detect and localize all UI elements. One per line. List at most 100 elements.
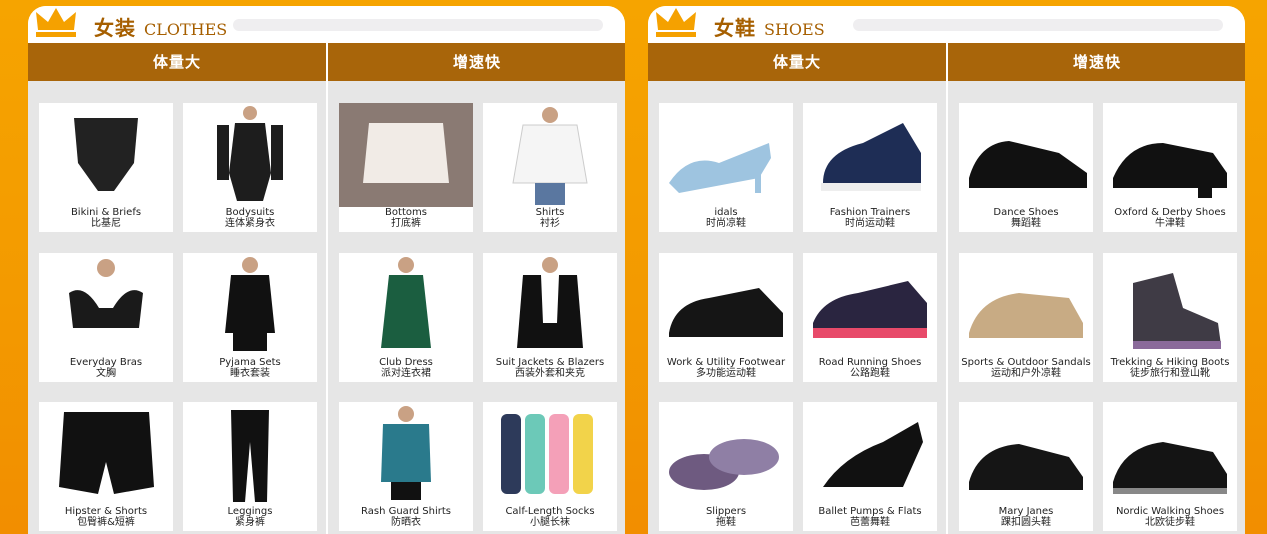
panel-title: 女鞋 SHOES bbox=[714, 12, 825, 41]
product-image[interactable] bbox=[39, 253, 173, 357]
product-card[interactable]: Bikini & Briefs 比基尼 bbox=[39, 103, 173, 232]
product-name-en: Dance Shoes bbox=[993, 207, 1059, 218]
product-name-en: Bikini & Briefs bbox=[70, 207, 142, 218]
product-name-en: Pyjama Sets bbox=[219, 357, 281, 368]
product-card[interactable]: Nordic Walking Shoes 北欧徒步鞋 bbox=[1103, 402, 1237, 531]
product-name-en: Everyday Bras bbox=[69, 357, 143, 368]
product-image[interactable] bbox=[483, 253, 617, 357]
product-card[interactable]: Fashion Trainers 时尚运动鞋 bbox=[803, 103, 937, 232]
product-name-en: Fashion Trainers bbox=[829, 207, 911, 218]
product-image[interactable] bbox=[659, 402, 793, 506]
pyjama-icon bbox=[225, 257, 275, 351]
product-card[interactable]: Calf-Length Socks 小腿长袜 bbox=[483, 402, 617, 531]
product-card[interactable]: Slippers 拖鞋 bbox=[659, 402, 793, 531]
product-name-en: Rash Guard Shirts bbox=[361, 506, 451, 517]
product-card[interactable]: Work & Utility Footwear 多功能运动鞋 bbox=[659, 253, 793, 382]
product-name-en: Suit Jackets & Blazers bbox=[495, 357, 605, 368]
product-label: Nordic Walking Shoes 北欧徒步鞋 bbox=[1103, 506, 1237, 528]
product-name-zh: 连体紧身衣 bbox=[225, 218, 275, 229]
rashguard-icon bbox=[381, 406, 431, 500]
crown-icon bbox=[656, 8, 696, 37]
product-card[interactable]: Sports & Outdoor Sandals 运动和户外凉鞋 bbox=[959, 253, 1093, 382]
mary-jane-icon bbox=[969, 444, 1083, 490]
product-name-en: Nordic Walking Shoes bbox=[1115, 506, 1225, 517]
product-card[interactable]: Trekking & Hiking Boots 徒步旅行和登山靴 bbox=[1103, 253, 1237, 382]
product-image[interactable] bbox=[339, 103, 473, 207]
panel-title-zh: 女装 bbox=[94, 16, 136, 40]
product-label: Trekking & Hiking Boots 徒步旅行和登山靴 bbox=[1103, 357, 1237, 379]
product-card[interactable]: Pyjama Sets 睡衣套装 bbox=[183, 253, 317, 382]
product-image[interactable] bbox=[183, 103, 317, 207]
product-label: Bikini & Briefs 比基尼 bbox=[39, 207, 173, 229]
product-image[interactable] bbox=[1103, 402, 1237, 506]
product-image[interactable] bbox=[483, 103, 617, 207]
product-name-zh: 踝扣圆头鞋 bbox=[1001, 517, 1051, 528]
product-card[interactable]: Shirts 衬衫 bbox=[483, 103, 617, 232]
running-shoe-icon bbox=[813, 281, 927, 338]
product-card[interactable]: Rash Guard Shirts 防晒衣 bbox=[339, 402, 473, 531]
product-name-zh: 派对连衣裙 bbox=[381, 368, 431, 379]
product-image[interactable] bbox=[959, 253, 1093, 357]
product-name-zh: 芭蕾舞鞋 bbox=[850, 517, 890, 528]
product-name-zh: 牛津鞋 bbox=[1155, 218, 1185, 229]
socks-icon bbox=[501, 414, 593, 494]
product-image[interactable] bbox=[959, 103, 1093, 207]
product-image[interactable] bbox=[659, 103, 793, 207]
product-card[interactable]: Bottoms 打底裤 bbox=[339, 103, 473, 232]
product-card[interactable]: Club Dress 派对连衣裙 bbox=[339, 253, 473, 382]
product-image[interactable] bbox=[39, 402, 173, 506]
product-name-en: Ballet Pumps & Flats bbox=[818, 506, 922, 517]
dance-shoe-icon bbox=[969, 141, 1087, 188]
tab-fast-growth[interactable]: 增速快 bbox=[948, 43, 1245, 81]
product-label: Road Running Shoes 公路跑鞋 bbox=[803, 357, 937, 379]
product-image[interactable] bbox=[183, 253, 317, 357]
leggings-icon bbox=[231, 410, 269, 502]
header-bar bbox=[233, 19, 603, 31]
product-card[interactable]: Mary Janes 踝扣圆头鞋 bbox=[959, 402, 1093, 531]
product-name-zh: 时尚凉鞋 bbox=[706, 218, 746, 229]
product-name-en: Work & Utility Footwear bbox=[666, 357, 786, 368]
product-image[interactable] bbox=[183, 402, 317, 506]
product-card[interactable]: Road Running Shoes 公路跑鞋 bbox=[803, 253, 937, 382]
product-image[interactable] bbox=[1103, 103, 1237, 207]
hiking-boot-icon bbox=[1133, 273, 1221, 349]
product-label: Bodysuits 连体紧身衣 bbox=[183, 207, 317, 229]
product-image[interactable] bbox=[1103, 253, 1237, 357]
bra-icon bbox=[69, 259, 143, 328]
tab-fast-growth[interactable]: 增速快 bbox=[328, 43, 625, 81]
product-name-zh: 包臀裤&短裤 bbox=[77, 517, 135, 528]
walking-shoe-icon bbox=[1113, 442, 1227, 494]
product-card[interactable]: Ballet Pumps & Flats 芭蕾舞鞋 bbox=[803, 402, 937, 531]
product-card[interactable]: Hipster & Shorts 包臀裤&短裤 bbox=[39, 402, 173, 531]
product-name-en: Bodysuits bbox=[225, 207, 275, 218]
product-image[interactable] bbox=[339, 402, 473, 506]
product-image[interactable] bbox=[803, 402, 937, 506]
product-image[interactable] bbox=[659, 253, 793, 357]
product-card[interactable]: Suit Jackets & Blazers 西装外套和夹克 bbox=[483, 253, 617, 382]
product-label: Dance Shoes 舞蹈鞋 bbox=[959, 207, 1093, 229]
work-shoe-icon bbox=[669, 288, 783, 337]
product-label: Fashion Trainers 时尚运动鞋 bbox=[803, 207, 937, 229]
clothes-panel: 女装 CLOTHES 体量大 Bikini & Briefs 比基尼 Bodysuit… bbox=[28, 6, 625, 534]
product-card[interactable]: Bodysuits 连体紧身衣 bbox=[183, 103, 317, 232]
product-name-en: Oxford & Derby Shoes bbox=[1114, 207, 1226, 218]
bodysuit-icon bbox=[217, 106, 283, 201]
product-card[interactable]: Leggings 紧身裤 bbox=[183, 402, 317, 531]
product-image[interactable] bbox=[803, 253, 937, 357]
product-label: Slippers 拖鞋 bbox=[659, 506, 793, 528]
product-label: Leggings 紧身裤 bbox=[183, 506, 317, 528]
product-card[interactable]: Dance Shoes 舞蹈鞋 bbox=[959, 103, 1093, 232]
slipper-icon bbox=[669, 439, 779, 490]
crown-icon bbox=[36, 8, 76, 37]
product-image[interactable] bbox=[803, 103, 937, 207]
tab-large-volume[interactable]: 体量大 bbox=[28, 43, 326, 81]
bottoms-icon bbox=[339, 103, 473, 207]
product-image[interactable] bbox=[483, 402, 617, 506]
product-card[interactable]: Oxford & Derby Shoes 牛津鞋 bbox=[1103, 103, 1237, 232]
product-card[interactable]: Everyday Bras 文胸 bbox=[39, 253, 173, 382]
product-image[interactable] bbox=[339, 253, 473, 357]
product-card[interactable]: idals 时尚凉鞋 bbox=[659, 103, 793, 232]
product-image[interactable] bbox=[39, 103, 173, 207]
tab-large-volume[interactable]: 体量大 bbox=[648, 43, 946, 81]
product-image[interactable] bbox=[959, 402, 1093, 506]
